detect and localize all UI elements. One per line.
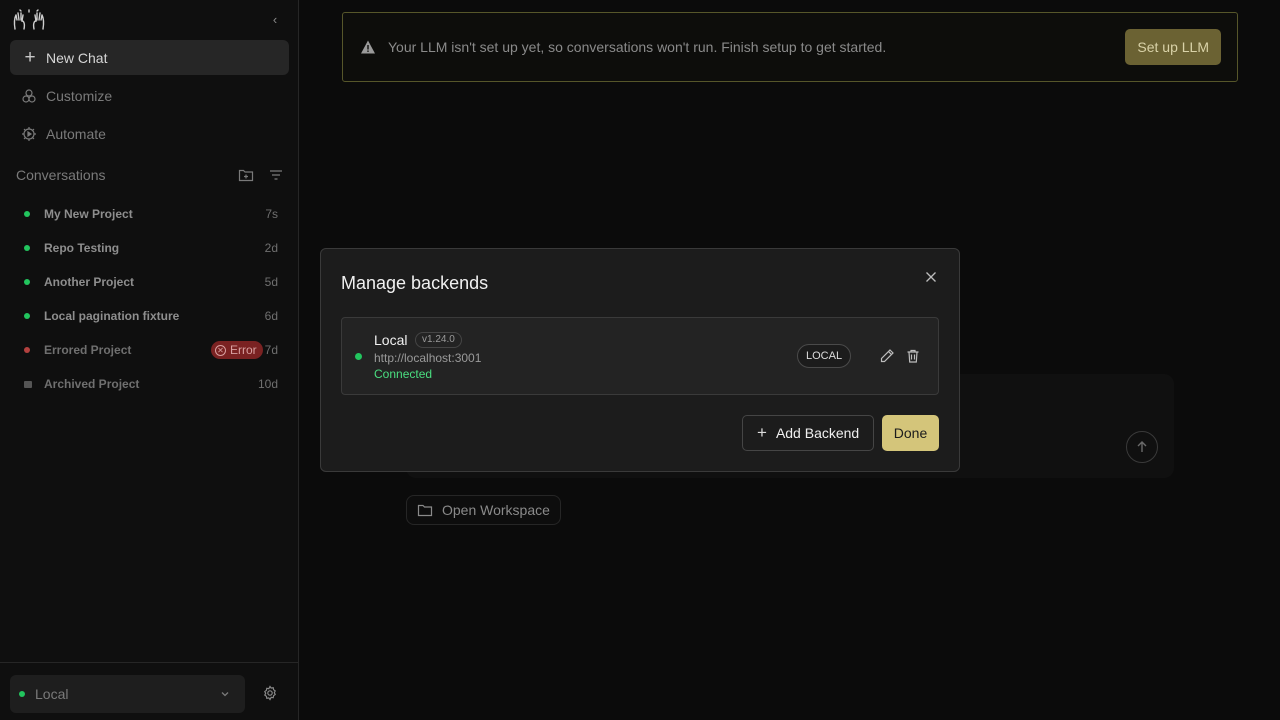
nav-item-customize[interactable]: Customize xyxy=(10,80,289,112)
connected-dot xyxy=(19,691,25,697)
plus-icon: + xyxy=(757,423,767,442)
backend-name: Local xyxy=(374,332,408,348)
backend-card: Local v1.24.0 http://localhost:3001 Conn… xyxy=(341,317,939,395)
conversation-title: My New Project xyxy=(44,207,133,221)
chevron-down-icon xyxy=(221,692,229,697)
status-dot xyxy=(24,211,30,217)
status-dot xyxy=(24,245,30,251)
manage-backends-dialog: Manage backends Local v1.24.0 http://loc… xyxy=(320,248,960,472)
send-button[interactable] xyxy=(1126,431,1158,463)
conversation-time: 7s xyxy=(265,207,278,221)
backend-selector-label: Local xyxy=(35,686,69,702)
add-backend-label: Add Backend xyxy=(775,425,860,441)
done-button[interactable]: Done xyxy=(882,415,939,451)
dialog-title: Manage backends xyxy=(341,273,489,293)
archive-icon xyxy=(24,380,32,388)
connected-dot xyxy=(355,353,362,360)
conversation-title: Archived Project xyxy=(44,377,140,391)
app-root: ‹ + New Chat Customize Automate Conversa… xyxy=(0,0,1280,720)
conversation-item[interactable]: My New Project 7s xyxy=(10,197,289,231)
backend-status: Connected xyxy=(374,367,433,381)
conversation-item[interactable]: Repo Testing 2d xyxy=(10,231,289,265)
backend-url: http://localhost:3001 xyxy=(374,351,482,365)
backend-type-badge: LOCAL xyxy=(797,344,852,368)
status-dot xyxy=(24,279,30,285)
llm-setup-banner: Your LLM isn't set up yet, so conversati… xyxy=(342,12,1238,82)
sidebar: ‹ + New Chat Customize Automate Conversa… xyxy=(0,0,299,720)
arrow-up-icon xyxy=(1137,441,1147,452)
warning-icon xyxy=(361,40,375,54)
app-logo-icon xyxy=(13,9,45,30)
new-chat-button[interactable]: + New Chat xyxy=(10,40,289,75)
conversation-time: 2d xyxy=(264,241,278,255)
add-backend-button[interactable]: + Add Backend xyxy=(742,415,874,451)
conversation-item[interactable]: Local pagination fixture 6d xyxy=(10,299,289,333)
open-workspace-label: Open Workspace xyxy=(442,502,550,518)
status-dot xyxy=(24,313,30,319)
conversations-title: Conversations xyxy=(16,167,106,183)
version-badge: v1.24.0 xyxy=(415,332,462,348)
conversation-title: Errored Project xyxy=(44,343,132,357)
conversation-time: 6d xyxy=(264,309,278,323)
banner-message: Your LLM isn't set up yet, so conversati… xyxy=(388,39,887,55)
conversation-time: 5d xyxy=(264,275,278,289)
error-badge: ✕ Error xyxy=(210,341,263,359)
customize-icon xyxy=(22,89,36,103)
nav-item-label: Customize xyxy=(46,88,113,104)
open-workspace-button[interactable]: Open Workspace xyxy=(406,495,561,525)
plus-icon: + xyxy=(24,46,36,68)
close-icon[interactable] xyxy=(923,269,939,285)
nav-item-label: Automate xyxy=(46,126,106,142)
conversation-title: Local pagination fixture xyxy=(44,309,180,323)
nav-item-automate[interactable]: Automate xyxy=(10,118,289,150)
conversation-list: My New Project 7s Repo Testing 2d Anothe… xyxy=(10,197,289,401)
error-badge-label: Error xyxy=(229,343,257,357)
conversation-title: Repo Testing xyxy=(44,241,120,255)
conversation-item[interactable]: Archived Project 10d xyxy=(10,367,289,401)
conversation-title: Another Project xyxy=(44,275,135,289)
trash-icon[interactable] xyxy=(905,348,921,364)
conversation-item[interactable]: Errored Project ✕ Error 7d xyxy=(10,333,289,367)
conversation-time: 10d xyxy=(257,377,278,391)
conversation-time: 7d xyxy=(264,343,278,357)
error-status-dot xyxy=(24,347,30,353)
collapse-sidebar-icon[interactable]: ‹ xyxy=(268,12,282,28)
folder-icon xyxy=(417,504,433,517)
error-x-icon: ✕ xyxy=(214,344,226,356)
pencil-icon[interactable] xyxy=(879,348,895,364)
conversation-item[interactable]: Another Project 5d xyxy=(10,265,289,299)
gear-icon[interactable] xyxy=(262,685,278,701)
new-folder-icon[interactable] xyxy=(238,167,254,183)
sidebar-footer: Local xyxy=(0,662,299,720)
setup-llm-button[interactable]: Set up LLM xyxy=(1125,29,1221,65)
conversations-header: Conversations xyxy=(16,166,284,184)
automate-icon xyxy=(22,127,36,141)
filter-icon[interactable] xyxy=(268,167,284,183)
new-chat-label: New Chat xyxy=(46,49,108,66)
backend-selector[interactable]: Local xyxy=(10,675,245,713)
